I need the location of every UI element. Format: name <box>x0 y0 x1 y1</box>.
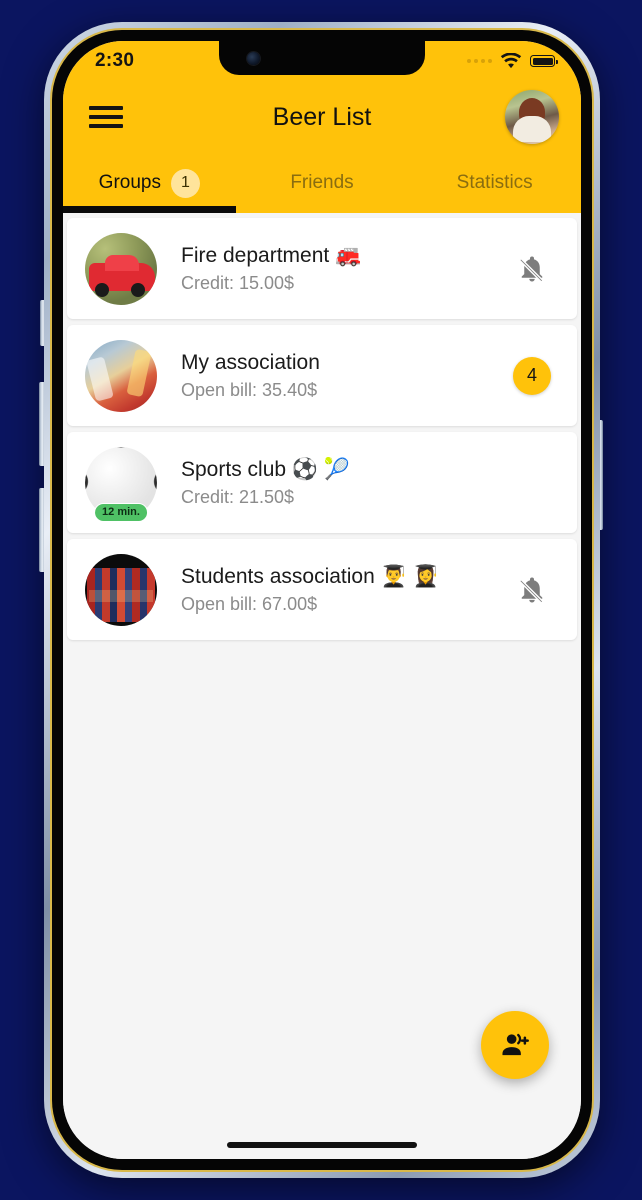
tab-statistics[interactable]: Statistics <box>408 153 581 213</box>
page-title: Beer List <box>272 102 372 131</box>
wifi-icon <box>500 52 522 68</box>
list-item[interactable]: Fire department 🚒 Credit: 15.00$ <box>67 218 577 319</box>
tab-friends-label: Friends <box>290 172 354 193</box>
list-item[interactable]: Students association 👨‍🎓 👩‍🎓 Open bill: … <box>67 539 577 640</box>
profile-avatar[interactable] <box>505 90 559 144</box>
time-chip: 12 min. <box>94 502 148 522</box>
phone-screen: 2:30 Beer List Groups 1 Friends Statisti… <box>63 41 581 1159</box>
signal-dots-icon <box>467 59 492 63</box>
tab-groups-badge: 1 <box>170 168 200 198</box>
phone-notch <box>219 41 425 75</box>
group-balance: Credit: 15.00$ <box>181 272 295 293</box>
status-bar-time: 2:30 <box>95 50 135 71</box>
group-balance: Open bill: 67.00$ <box>181 593 318 614</box>
tab-groups-label: Groups <box>98 172 161 193</box>
group-balance: Credit: 21.50$ <box>181 486 295 507</box>
group-name: Students association 👨‍🎓 👩‍🎓 <box>181 564 439 588</box>
group-name: My association <box>181 350 320 374</box>
books-avatar <box>85 553 157 626</box>
app-bar: Beer List <box>63 81 581 153</box>
group-name: Fire department 🚒 <box>181 243 362 267</box>
home-indicator <box>227 1142 417 1148</box>
tab-bar: Groups 1 Friends Statistics <box>63 153 581 213</box>
group-balance: Open bill: 35.40$ <box>181 379 318 400</box>
hamburger-menu-icon[interactable] <box>89 101 123 133</box>
phone-frame: 2:30 Beer List Groups 1 Friends Statisti… <box>44 22 600 1178</box>
person-add-icon <box>502 1033 529 1056</box>
battery-full-icon <box>530 55 558 67</box>
tab-statistics-label: Statistics <box>456 172 533 193</box>
list-item[interactable]: My association Open bill: 35.40$ 4 <box>67 325 577 426</box>
group-avatar <box>85 232 157 305</box>
unread-count-badge: 4 <box>513 356 551 395</box>
tab-friends[interactable]: Friends <box>236 153 409 213</box>
bell-off-icon[interactable] <box>517 252 547 286</box>
bell-off-icon[interactable] <box>517 573 547 607</box>
group-name: Sports club ⚽ 🎾 <box>181 457 351 481</box>
party-drinks-avatar <box>85 339 157 412</box>
group-avatar: 12 min. <box>85 446 157 522</box>
group-avatar <box>85 339 157 412</box>
add-group-button[interactable] <box>481 1011 549 1079</box>
front-camera-icon <box>247 52 260 65</box>
list-item[interactable]: 12 min. Sports club ⚽ 🎾 Credit: 21.50$ <box>67 432 577 533</box>
group-avatar <box>85 553 157 626</box>
fire-truck-avatar <box>85 232 157 305</box>
tab-groups[interactable]: Groups 1 <box>63 153 236 213</box>
